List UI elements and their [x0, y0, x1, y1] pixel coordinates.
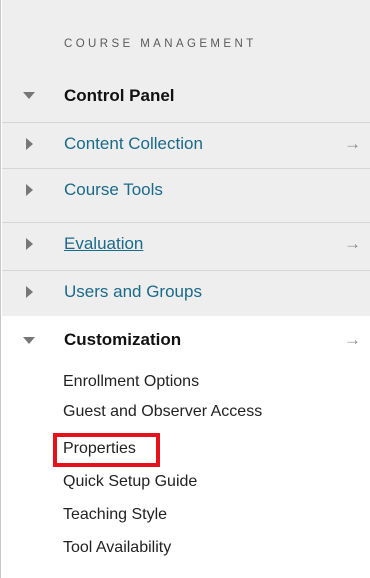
menu-item-label[interactable]: Evaluation: [64, 234, 143, 254]
control-panel-label: Control Panel: [64, 86, 175, 105]
expand-triangle-icon[interactable]: [23, 92, 35, 99]
menu-item-content-collection[interactable]: Content Collection →: [2, 122, 370, 165]
menu-item-label[interactable]: Content Collection: [64, 134, 203, 154]
expand-triangle-icon[interactable]: [23, 337, 35, 344]
submenu-item-quick-setup-guide[interactable]: Quick Setup Guide: [63, 473, 197, 491]
submenu-item-teaching-style[interactable]: Teaching Style: [63, 506, 167, 524]
submenu-item-guest-and-observer-access[interactable]: Guest and Observer Access: [63, 403, 262, 421]
menu-item-evaluation[interactable]: Evaluation →: [2, 222, 370, 265]
menu-item-label[interactable]: Users and Groups: [64, 282, 202, 302]
collapse-triangle-icon[interactable]: [26, 286, 33, 298]
section-heading: COURSE MANAGEMENT: [64, 38, 257, 50]
goto-arrow-icon[interactable]: →: [344, 330, 361, 350]
customization-label: Customization: [64, 330, 182, 349]
collapse-triangle-icon[interactable]: [26, 138, 33, 150]
properties-highlight-box: [53, 433, 160, 467]
goto-arrow-icon[interactable]: →: [344, 134, 361, 154]
customization-header[interactable]: Customization →: [2, 318, 370, 361]
menu-item-course-tools[interactable]: Course Tools: [2, 168, 370, 211]
collapse-triangle-icon[interactable]: [26, 184, 33, 196]
collapse-triangle-icon[interactable]: [26, 238, 33, 250]
course-management-panel: COURSE MANAGEMENT Control Panel Content …: [0, 0, 370, 578]
control-panel-header[interactable]: Control Panel: [2, 74, 370, 117]
goto-arrow-icon[interactable]: →: [344, 234, 361, 254]
menu-item-label[interactable]: Course Tools: [64, 180, 163, 200]
submenu-item-tool-availability[interactable]: Tool Availability: [63, 539, 171, 557]
menu-item-users-and-groups[interactable]: Users and Groups: [2, 270, 370, 313]
submenu-item-enrollment-options[interactable]: Enrollment Options: [63, 373, 199, 391]
